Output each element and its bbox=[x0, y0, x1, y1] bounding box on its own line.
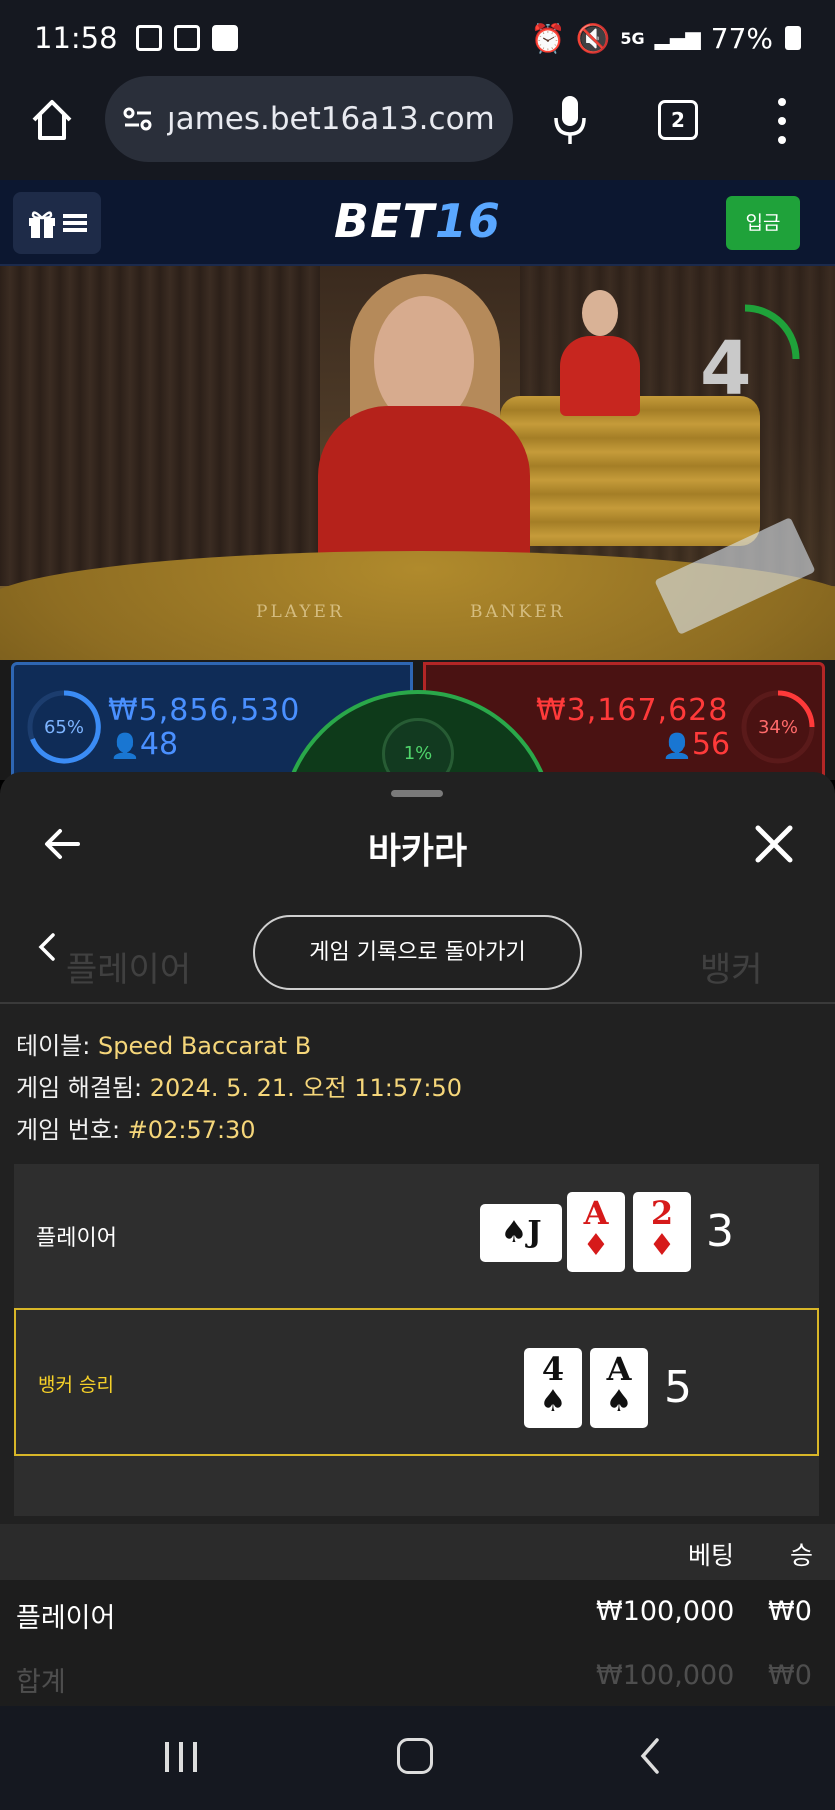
game-result: 플레이어 ♠J A ♦ 2 ♦ 3 뱅커 승리 4 ♠ A ♠ 5 bbox=[14, 1164, 819, 1516]
sheet-drag-handle[interactable] bbox=[391, 790, 443, 797]
game-result-sheet: 바카라 플레이어 뱅커 게임 기록으로 돌아가기 테이블: Speed Bacc… bbox=[0, 772, 835, 1706]
alarm-icon: ⏰ bbox=[530, 21, 566, 55]
gallery-notification-icon bbox=[135, 25, 162, 51]
player-score: 3 bbox=[706, 1206, 734, 1257]
player-card-1: ♠J bbox=[480, 1204, 562, 1262]
address-bar[interactable]: ȷames.bet16a13.com bbox=[105, 76, 513, 162]
notification-icons bbox=[135, 25, 238, 51]
bet-distribution: 65% ₩5,856,530 👤48 ₩3,167,628 👤56 34% 1% bbox=[0, 660, 835, 965]
back-to-history-button[interactable]: 게임 기록으로 돌아가기 bbox=[253, 915, 582, 990]
banker-amount: ₩3,167,628 bbox=[536, 693, 729, 728]
total-label: 합계 bbox=[16, 1667, 66, 1698]
deposit-button[interactable]: 입금 bbox=[726, 196, 800, 250]
android-nav-bar bbox=[0, 1706, 835, 1810]
mute-icon: 🔇 bbox=[575, 21, 611, 55]
player-card-3: 2 ♦ bbox=[633, 1192, 691, 1272]
player-card-2: A ♦ bbox=[567, 1192, 625, 1272]
player-hand-row: 플레이어 ♠J A ♦ 2 ♦ 3 bbox=[14, 1164, 819, 1302]
game-number-info: 게임 번호: #02:57:30 bbox=[16, 1116, 256, 1144]
banker-card-2: A ♠ bbox=[590, 1348, 648, 1428]
player-hand-label: 플레이어 bbox=[36, 1226, 117, 1251]
resolved-info: 게임 해결됨: 2024. 5. 21. 오전 11:57:50 bbox=[16, 1074, 462, 1102]
modal-title: 바카라 bbox=[367, 831, 468, 872]
battery-percent: 77% bbox=[710, 21, 773, 55]
background-table bbox=[500, 396, 760, 546]
total-bet: ₩100,000 bbox=[596, 1660, 735, 1691]
check-notification-icon bbox=[211, 25, 238, 51]
tab-switcher-button[interactable]: 2 bbox=[658, 100, 698, 140]
url-text: ȷames.bet16a13.com bbox=[167, 101, 495, 137]
system-icons: ⏰ 🔇 5G ▂▄▆ 77% bbox=[531, 22, 801, 55]
countdown-timer: 4 bbox=[700, 326, 752, 412]
bets-table-row: 플레이어 ₩100,000 ₩0 bbox=[0, 1580, 835, 1650]
status-bar: 11:58 ⏰ 🔇 5G ▂▄▆ 77% bbox=[0, 0, 835, 76]
user-icon: 👤 bbox=[110, 732, 140, 760]
col-win: 승 bbox=[790, 1541, 814, 1570]
user-icon: 👤 bbox=[662, 732, 692, 760]
close-icon[interactable] bbox=[752, 822, 796, 866]
home-nav-icon[interactable] bbox=[397, 1738, 433, 1774]
more-menu-icon[interactable] bbox=[774, 98, 790, 144]
banker-win-label: 뱅커 승리 bbox=[38, 1374, 114, 1396]
browser-toolbar: ȷames.bet16a13.com 2 bbox=[0, 76, 835, 180]
banker-count: 👤56 bbox=[662, 727, 731, 762]
network-type: 5G bbox=[620, 28, 645, 48]
table-info: 테이블: Speed Baccarat B bbox=[16, 1032, 312, 1060]
battery-icon bbox=[785, 26, 801, 50]
bet-type: 플레이어 bbox=[16, 1603, 116, 1634]
site-settings-icon[interactable] bbox=[123, 106, 153, 132]
home-icon[interactable] bbox=[28, 96, 76, 144]
chevron-left-icon[interactable] bbox=[36, 932, 58, 962]
signal-icon: ▂▄▆ bbox=[654, 26, 701, 50]
bets-table-header: 베팅 승 bbox=[0, 1524, 835, 1580]
mic-icon[interactable] bbox=[552, 94, 588, 146]
banker-score: 5 bbox=[664, 1362, 692, 1413]
banker-percent: 34% bbox=[757, 716, 798, 738]
total-win: ₩0 bbox=[768, 1660, 812, 1691]
col-bet: 베팅 bbox=[688, 1541, 735, 1570]
bets-table-total: 합계 ₩100,000 ₩0 bbox=[0, 1650, 835, 1706]
status-time: 11:58 bbox=[34, 21, 118, 55]
site-header: BET16 입금 bbox=[0, 180, 835, 266]
player-count: 👤48 bbox=[110, 727, 179, 762]
banker-hand-row: 뱅커 승리 4 ♠ A ♠ 5 bbox=[14, 1308, 819, 1456]
bet-amount: ₩100,000 bbox=[596, 1596, 735, 1627]
banker-card-1: 4 ♠ bbox=[524, 1348, 582, 1428]
live-dealer-video: PLAYER BANKER 4 bbox=[0, 266, 835, 666]
player-amount: ₩5,856,530 bbox=[108, 693, 301, 728]
win-amount: ₩0 bbox=[768, 1596, 812, 1627]
bet16-logo[interactable]: BET16 bbox=[0, 194, 835, 248]
profile-notification-icon bbox=[173, 25, 200, 51]
back-nav-icon[interactable] bbox=[635, 1736, 665, 1776]
recents-icon[interactable] bbox=[165, 1742, 197, 1772]
player-percent: 65% bbox=[43, 716, 84, 738]
divider bbox=[0, 1002, 835, 1004]
